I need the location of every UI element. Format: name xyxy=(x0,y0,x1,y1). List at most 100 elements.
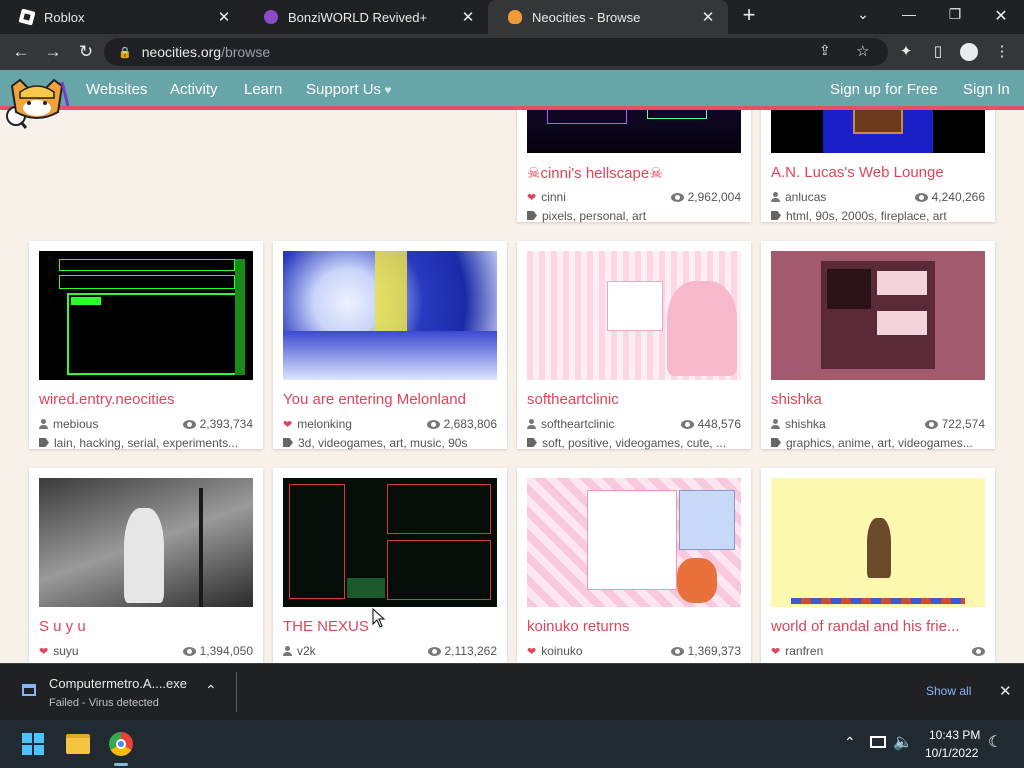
windows-start-icon[interactable] xyxy=(22,733,44,755)
site-card[interactable]: koinuko returns ❤ koinuko 1,369,373 xyxy=(517,468,751,663)
profile-avatar[interactable] xyxy=(959,42,979,62)
share-icon[interactable]: ⇪ xyxy=(819,42,831,59)
site-title[interactable]: shishka xyxy=(771,391,985,408)
site-screenshot[interactable] xyxy=(39,478,253,607)
neocities-header: Websites Activity Learn Support Us ♥ Sig… xyxy=(0,70,1024,110)
active-app-indicator xyxy=(114,763,128,766)
new-tab-button[interactable]: + xyxy=(738,4,760,27)
back-button[interactable]: ← xyxy=(11,42,31,62)
file-explorer-icon[interactable] xyxy=(66,734,90,754)
site-tags[interactable]: graphics, anime, art, videogames... xyxy=(786,436,973,450)
site-user[interactable]: cinni xyxy=(541,190,566,204)
reload-button[interactable]: ↻ xyxy=(76,42,96,62)
site-tags[interactable]: 3d, videogames, art, music, 90s xyxy=(298,436,467,450)
signin-link[interactable]: Sign In xyxy=(963,81,1010,98)
site-title[interactable]: ☠cinni's hellscape☠ xyxy=(527,164,741,182)
site-user[interactable]: melonking xyxy=(297,417,352,431)
views-icon xyxy=(680,419,694,429)
nav-websites[interactable]: Websites xyxy=(86,81,147,98)
site-tags[interactable]: soft, positive, videogames, cute, ... xyxy=(542,436,726,450)
site-title[interactable]: softheartclinic xyxy=(527,391,741,408)
volume-icon[interactable]: 🔈 xyxy=(893,732,913,752)
views-icon xyxy=(670,646,684,656)
divider xyxy=(236,672,237,712)
site-card[interactable]: softheartclinic softheartclinic 448,576 s… xyxy=(517,241,751,450)
close-tab-icon[interactable]: ✕ xyxy=(216,8,232,26)
site-user[interactable]: softheartclinic xyxy=(541,417,614,431)
minimize-button[interactable]: — xyxy=(899,6,919,26)
site-title[interactable]: S u y u xyxy=(39,618,253,635)
site-card[interactable]: world of randal and his frie... ❤ ranfren xyxy=(761,468,995,663)
user-icon xyxy=(527,419,536,429)
site-screenshot[interactable] xyxy=(283,251,497,380)
download-item[interactable]: Computermetro.A....exe Failed - Virus de… xyxy=(0,664,236,720)
chrome-icon[interactable] xyxy=(109,732,133,756)
chevron-up-icon[interactable]: ⌃ xyxy=(205,682,217,699)
site-tags[interactable]: lain, hacking, serial, experiments... xyxy=(54,436,238,450)
site-screenshot[interactable] xyxy=(283,478,497,607)
neocities-logo[interactable] xyxy=(2,72,72,130)
site-title[interactable]: You are entering Melonland xyxy=(283,391,497,408)
forward-button[interactable]: → xyxy=(43,42,63,62)
site-tags[interactable]: pixels, personal, art xyxy=(542,209,646,223)
views-icon xyxy=(182,646,196,656)
close-download-bar-icon[interactable]: ✕ xyxy=(999,682,1012,700)
clock-date[interactable]: 10/1/2022 xyxy=(925,746,978,760)
nav-support-us[interactable]: Support Us ♥ xyxy=(306,81,392,98)
clock-time[interactable]: 10:43 PM xyxy=(929,728,980,742)
signup-link[interactable]: Sign up for Free xyxy=(830,81,938,98)
site-screenshot[interactable] xyxy=(527,478,741,607)
site-user[interactable]: anlucas xyxy=(785,190,826,204)
site-title[interactable]: koinuko returns xyxy=(527,618,741,635)
notifications-icon[interactable]: ☾ xyxy=(988,732,1002,752)
close-window-button[interactable]: ✕ xyxy=(991,6,1011,26)
site-user[interactable]: suyu xyxy=(53,644,78,658)
site-user[interactable]: v2k xyxy=(297,644,316,658)
network-icon[interactable] xyxy=(870,736,886,748)
heart-icon: ❤ xyxy=(527,645,537,658)
side-panel-icon[interactable]: ▯ xyxy=(928,42,948,62)
site-title[interactable]: A.N. Lucas's Web Lounge xyxy=(771,164,985,181)
site-screenshot[interactable] xyxy=(771,478,985,607)
user-icon xyxy=(283,646,292,656)
nav-learn[interactable]: Learn xyxy=(244,81,282,98)
site-user[interactable]: ranfren xyxy=(785,644,823,658)
site-screenshot[interactable] xyxy=(39,251,253,380)
bookmark-star-icon[interactable]: ☆ xyxy=(856,42,869,60)
site-screenshot[interactable] xyxy=(527,251,741,380)
site-card[interactable]: wired.entry.neocities mebious 2,393,734 l… xyxy=(29,241,263,450)
tab-title: Roblox xyxy=(44,9,85,25)
site-title[interactable]: wired.entry.neocities xyxy=(39,391,253,408)
site-user[interactable]: koinuko xyxy=(541,644,582,658)
site-user[interactable]: shishka xyxy=(785,417,826,431)
site-card[interactable]: S u y u ❤ suyu 1,394,050 xyxy=(29,468,263,663)
neocities-icon xyxy=(508,10,522,24)
site-screenshot[interactable] xyxy=(771,251,985,380)
extensions-icon[interactable]: ✦ xyxy=(896,42,916,62)
maximize-button[interactable]: ❐ xyxy=(945,6,965,26)
menu-icon[interactable]: ⋮ xyxy=(992,42,1012,62)
site-title[interactable]: world of randal and his frie... xyxy=(771,618,985,635)
site-card[interactable]: shishka shishka 722,574 graphics, anime, … xyxy=(761,241,995,450)
nav-activity[interactable]: Activity xyxy=(170,81,218,98)
address-bar[interactable]: 🔒 neocities.org/browse ⇪ ☆ xyxy=(104,38,888,66)
tab-bonziworld[interactable]: BonziWORLD Revived+ ✕ xyxy=(244,0,488,34)
site-card[interactable]: You are entering Melonland ❤ melonking 2,6… xyxy=(273,241,507,450)
tag-icon xyxy=(283,438,293,447)
tab-strip: Roblox ✕ BonziWORLD Revived+ ✕ Neocities… xyxy=(0,0,1024,34)
site-views: 1,394,050 xyxy=(199,644,253,658)
chevron-up-icon[interactable]: ⌃ xyxy=(844,734,856,751)
file-icon xyxy=(22,684,36,696)
tab-search-icon[interactable]: ⌄ xyxy=(853,6,873,26)
show-all-button[interactable]: Show all xyxy=(926,684,971,698)
close-tab-icon[interactable]: ✕ xyxy=(700,8,716,26)
site-user[interactable]: mebious xyxy=(53,417,98,431)
tab-roblox[interactable]: Roblox ✕ xyxy=(0,0,244,34)
site-title[interactable]: THE NEXUS xyxy=(283,618,497,635)
site-views: 2,962,004 xyxy=(687,190,741,204)
tab-neocities[interactable]: Neocities - Browse ✕ xyxy=(488,0,728,34)
views-icon xyxy=(924,419,938,429)
close-tab-icon[interactable]: ✕ xyxy=(460,8,476,26)
site-tags[interactable]: html, 90s, 2000s, fireplace, art xyxy=(786,209,947,223)
site-card[interactable]: THE NEXUS v2k 2,113,262 xyxy=(273,468,507,663)
